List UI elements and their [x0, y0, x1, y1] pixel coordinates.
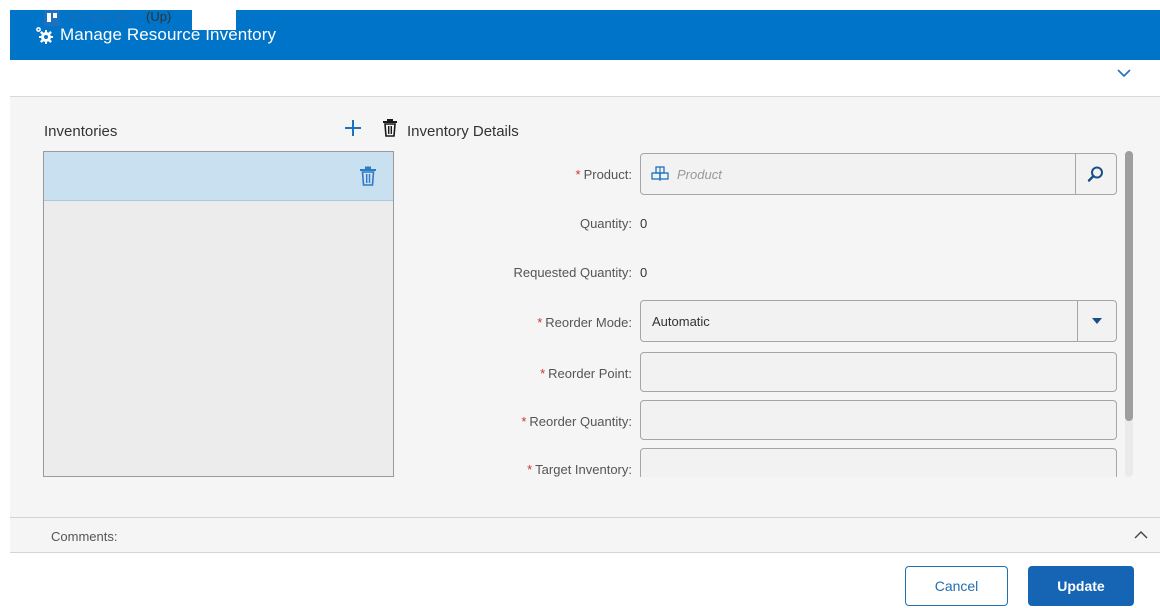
storage-bin-link[interactable]: Storage Bin [66, 9, 134, 24]
target-inventory-label: * Target Inventory: [527, 462, 632, 477]
details-scrollbar-thumb[interactable] [1125, 151, 1133, 421]
requested-quantity-label: Requested Quantity: [513, 265, 632, 280]
caret-down-icon [1092, 318, 1102, 324]
reorder-mode-select[interactable]: Automatic [640, 300, 1117, 342]
reorder-quantity-field[interactable] [640, 400, 1117, 440]
resource-header [10, 60, 1160, 97]
update-button[interactable]: Update [1028, 566, 1134, 606]
reorder-quantity-label: * Reorder Quantity: [521, 414, 632, 429]
reorder-mode-label: * Reorder Mode: [537, 315, 632, 330]
reorder-mode-value: Automatic [652, 314, 710, 329]
product-field[interactable]: Product [640, 153, 1117, 195]
window-title: Manage Resource Inventory [60, 25, 277, 44]
cancel-button[interactable]: Cancel [905, 566, 1008, 606]
quantity-label: Quantity: [579, 216, 632, 231]
direction-label: (Up) [146, 9, 172, 24]
delete-inventory-trash-icon[interactable] [382, 119, 398, 137]
inventory-details-heading: Inventory Details [407, 123, 519, 140]
search-icon [1087, 166, 1103, 182]
requested-quantity-value: 0 [640, 265, 648, 280]
product-label: * Product: [575, 167, 632, 182]
resource-name-field [192, 4, 236, 30]
comments-section[interactable] [10, 517, 1160, 553]
reorder-mode-dropdown-button[interactable] [1077, 301, 1116, 341]
title-bar: Manage Resource Inventory [10, 10, 1160, 60]
reorder-point-label: * Reorder Point: [540, 366, 632, 381]
target-inventory-field[interactable] [640, 448, 1117, 477]
form-clip [332, 478, 1132, 516]
storage-bin-icon [44, 10, 60, 26]
product-search-button[interactable] [1075, 154, 1116, 194]
gear-icon [34, 25, 54, 45]
quantity-value: 0 [640, 216, 648, 231]
reorder-point-field[interactable] [640, 352, 1117, 392]
comments-label: Comments: [51, 529, 118, 544]
inventories-heading: Inventories [44, 123, 118, 140]
product-icon [651, 166, 669, 181]
chevron-down-icon[interactable] [1117, 66, 1131, 80]
add-inventory-button[interactable] [343, 118, 363, 138]
chevron-up-icon[interactable] [1133, 528, 1149, 542]
product-placeholder: Product [677, 167, 722, 182]
